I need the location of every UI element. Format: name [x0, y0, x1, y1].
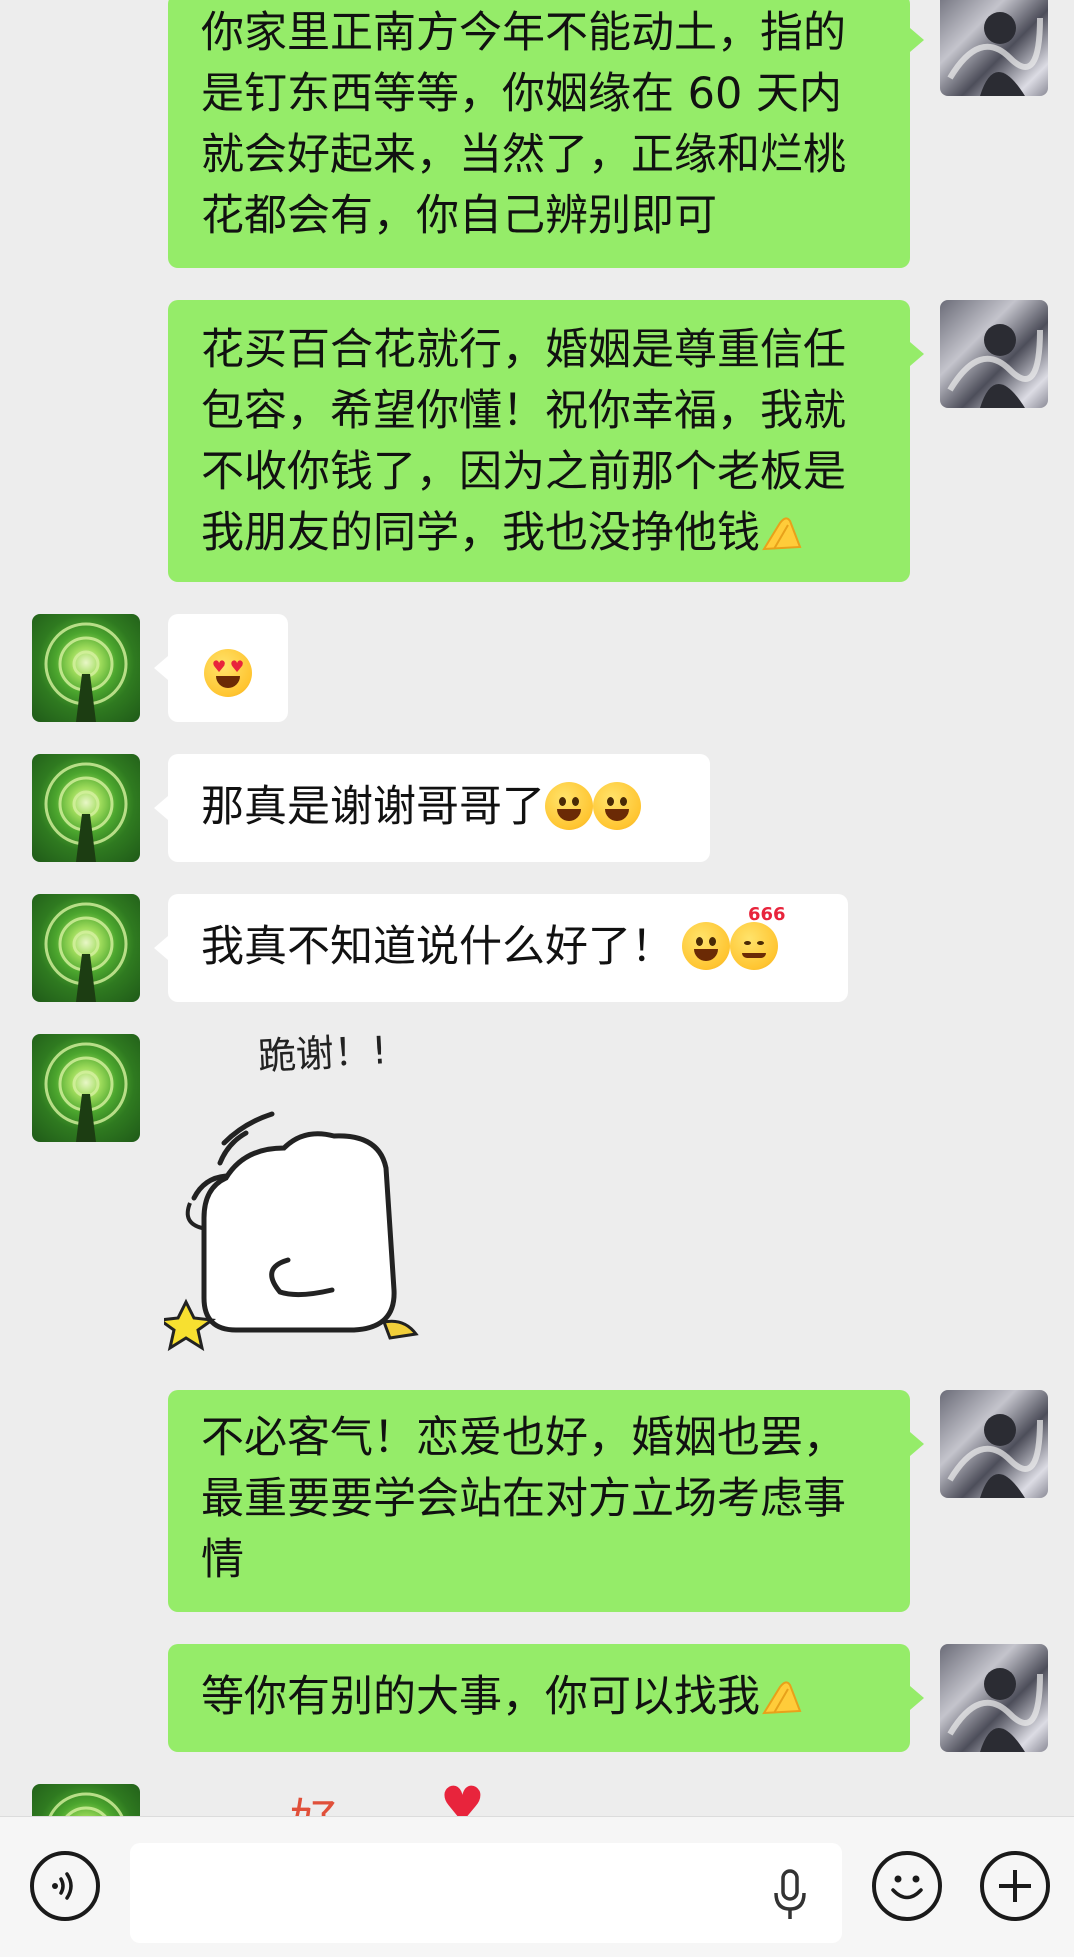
- message-line: 包容，希望你懂！祝你幸福，我就: [201, 386, 846, 436]
- voice-icon[interactable]: [30, 1851, 100, 1921]
- input-bar: [0, 1816, 1074, 1957]
- message-bubble-sent[interactable]: 等你有别的大事，你可以找我: [168, 1644, 910, 1752]
- contact-avatar[interactable]: [32, 1784, 140, 1816]
- message-line: 就会好起来，当然了，正缘和烂桃: [201, 130, 846, 180]
- sender-avatar[interactable]: [940, 1644, 1048, 1752]
- message-bubble-sent[interactable]: 你家里正南方今年不能动土，指的 是钉东西等等，你姻缘在 60 天内 就会好起来，…: [168, 0, 910, 268]
- sticker-caption: 好: [290, 1782, 338, 1816]
- message-text: 我真不知道说什么好了！: [201, 922, 674, 972]
- bubble-tail: [910, 28, 924, 52]
- contact-avatar[interactable]: [32, 754, 140, 862]
- message-bubble-received[interactable]: 我真不知道说什么好了！ 666: [168, 894, 848, 1002]
- message-text: 等你有别的大事，你可以找我: [201, 1672, 760, 1722]
- grinning-face-emoji: [682, 921, 730, 970]
- heart-eyes-emoji: ♥ ♥: [204, 648, 252, 697]
- chat-area[interactable]: 你家里正南方今年不能动土，指的 是钉东西等等，你姻缘在 60 天内 就会好起来，…: [0, 0, 1074, 1816]
- contact-avatar[interactable]: [32, 614, 140, 722]
- message-line: 不必客气！恋爱也好，婚姻也罢，: [201, 1413, 846, 1463]
- pray-hands-emoji: [762, 1680, 802, 1714]
- heart-icon: ♥: [440, 1776, 485, 1816]
- emoji-badge: 666: [748, 903, 786, 925]
- emoji-icon[interactable]: [872, 1851, 942, 1921]
- contact-avatar[interactable]: [32, 1034, 140, 1142]
- sender-avatar[interactable]: [940, 0, 1048, 96]
- plus-icon[interactable]: [980, 1851, 1050, 1921]
- contact-avatar[interactable]: [32, 894, 140, 1002]
- message-line: 花都会有，你自己辨别即可: [201, 191, 717, 241]
- bubble-tail: [154, 656, 168, 680]
- message-text: 那真是谢谢哥哥了: [201, 782, 545, 832]
- sender-avatar[interactable]: [940, 1390, 1048, 1498]
- pray-hands-emoji: [762, 516, 802, 550]
- bubble-tail: [910, 342, 924, 366]
- message-bubble-sent[interactable]: 不必客气！恋爱也好，婚姻也罢， 最重要要学会站在对方立场考虑事 情: [168, 1390, 910, 1612]
- bubble-tail: [154, 936, 168, 960]
- message-line: 最重要要学会站在对方立场考虑事: [201, 1474, 846, 1524]
- message-line: 花买百合花就行，婚姻是尊重信任: [201, 325, 846, 375]
- smirk-666-emoji: 666: [730, 905, 786, 970]
- bubble-tail: [154, 796, 168, 820]
- hugging-face-emoji: [545, 781, 593, 830]
- message-bubble-received[interactable]: 那真是谢谢哥哥了: [168, 754, 710, 862]
- sticker-caption: 跪谢！!: [257, 1028, 388, 1079]
- message-input[interactable]: [130, 1843, 842, 1943]
- message-line: 你家里正南方今年不能动土，指的: [201, 8, 846, 58]
- sticker-image[interactable]: 跪谢！!: [155, 1028, 484, 1368]
- message-line: 不收你钱了，因为之前那个老板是: [201, 447, 846, 497]
- hugging-face-emoji: [593, 781, 641, 830]
- message-bubble-received[interactable]: ♥ ♥: [168, 614, 288, 722]
- sticker-image[interactable]: 好 ♥: [280, 1776, 500, 1816]
- message-line: 是钉东西等等，你姻缘在 60 天内: [201, 69, 843, 119]
- message-line: 我朋友的同学，我也没挣他钱: [201, 503, 877, 564]
- microphone-icon[interactable]: [770, 1867, 810, 1923]
- sender-avatar[interactable]: [940, 300, 1048, 408]
- bubble-tail: [910, 1432, 924, 1456]
- message-bubble-sent[interactable]: 花买百合花就行，婚姻是尊重信任 包容，希望你懂！祝你幸福，我就 不收你钱了，因为…: [168, 300, 910, 582]
- message-line: 情: [201, 1535, 244, 1585]
- bubble-tail: [910, 1686, 924, 1710]
